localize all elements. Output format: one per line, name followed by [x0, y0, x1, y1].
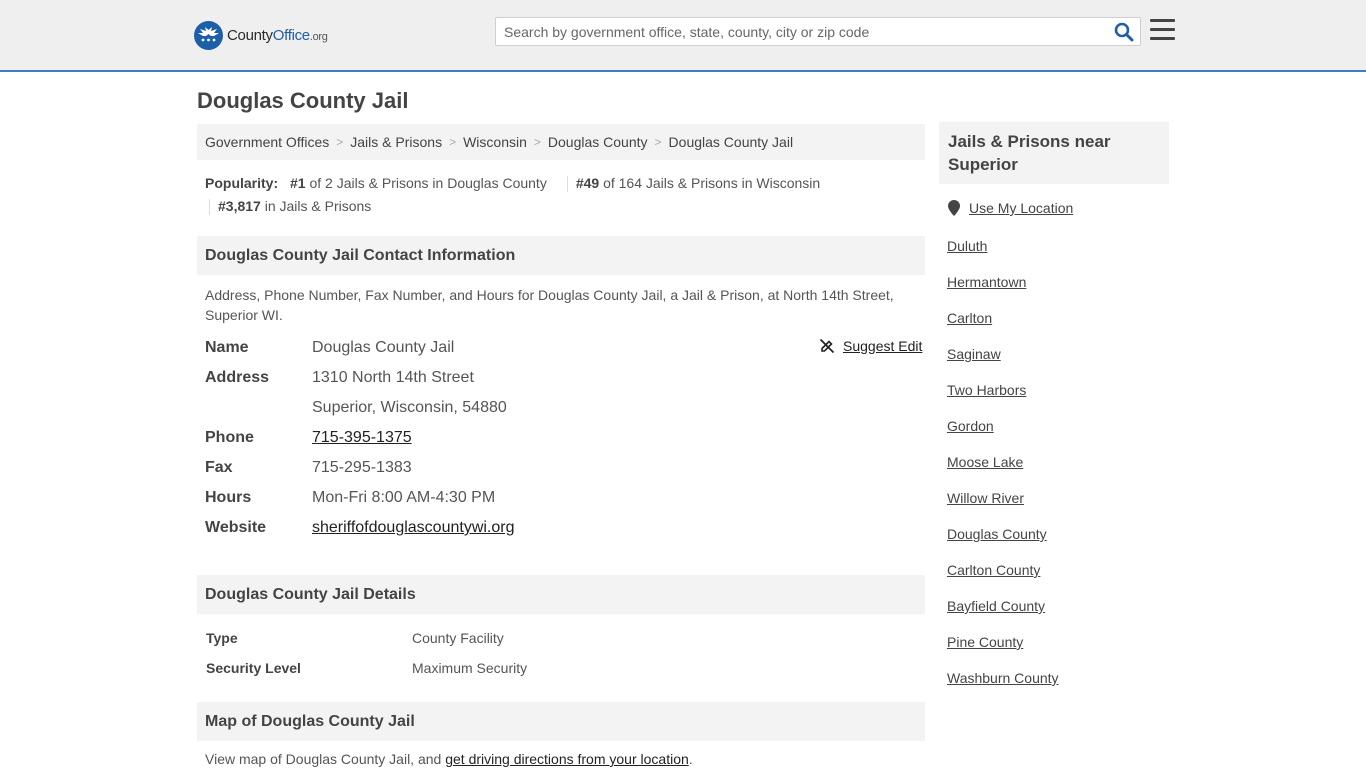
fax-label: Fax [205, 459, 233, 476]
hamburger-menu-icon[interactable] [1150, 19, 1175, 41]
hours-label: Hours [205, 489, 252, 506]
popularity-divider [209, 199, 210, 216]
info-row-address-2: Superior, Wisconsin, 54880 [205, 393, 507, 423]
driving-directions-link[interactable]: get driving directions from your locatio… [445, 751, 689, 767]
use-my-location: Use My Location [948, 200, 1073, 216]
map-section-heading: Map of Douglas County Jail [197, 702, 925, 741]
security-level-label: Security Level [206, 660, 301, 676]
breadcrumb-wisconsin[interactable]: Wisconsin [463, 134, 527, 150]
address-line1: 1310 North 14th Street [312, 369, 474, 386]
popularity-label: Popularity: [205, 175, 279, 191]
popularity-rankings: Popularity: #1 of 2 Jails & Prisons in D… [205, 172, 925, 218]
sidebar-link-willow-river[interactable]: Willow River [947, 490, 1024, 506]
search-icon[interactable] [1114, 22, 1134, 42]
sidebar-link-washburn-county[interactable]: Washburn County [947, 670, 1059, 686]
popularity-divider [566, 176, 568, 193]
sidebar-link-gordon[interactable]: Gordon [947, 418, 994, 434]
breadcrumb-separator: > [336, 135, 344, 149]
info-row-website: Website sheriffofdouglascountywi.org [205, 513, 515, 543]
site-logo[interactable]: CountyOffice.org [194, 20, 328, 50]
hours-value: Mon-Fri 8:00 AM-4:30 PM [312, 489, 496, 506]
map-pin-icon [948, 200, 960, 216]
contact-section-heading: Douglas County Jail Contact Information [197, 236, 925, 275]
page-title: Douglas County Jail [197, 88, 409, 113]
info-row-address: Address 1310 North 14th Street [205, 363, 474, 393]
fax-value: 715-295-1383 [312, 459, 412, 476]
detail-row-security: Security Level Maximum Security [206, 656, 527, 680]
sidebar-link-moose-lake[interactable]: Moose Lake [947, 454, 1023, 470]
sidebar-link-carlton-county[interactable]: Carlton County [947, 562, 1040, 578]
type-label: Type [206, 630, 238, 646]
name-value: Douglas County Jail [312, 339, 455, 356]
edit-off-icon [819, 338, 835, 354]
search-input[interactable] [496, 18, 1106, 45]
logo-wordmark: CountyOffice.org [227, 26, 328, 44]
use-my-location-link[interactable]: Use My Location [969, 200, 1073, 216]
sidebar-link-douglas-county[interactable]: Douglas County [947, 526, 1047, 542]
address-line2: Superior, Wisconsin, 54880 [312, 399, 507, 416]
breadcrumb-jails-prisons[interactable]: Jails & Prisons [350, 134, 442, 150]
breadcrumb-separator: > [533, 135, 541, 149]
phone-link[interactable]: 715-395-1375 [312, 429, 412, 446]
suggest-edit-link[interactable]: Suggest Edit [819, 338, 922, 354]
sidebar-heading: Jails & Prisons near Superior [939, 122, 1169, 184]
website-label: Website [205, 519, 267, 536]
map-description: View map of Douglas County Jail, and get… [205, 751, 693, 767]
type-value: County Facility [412, 630, 504, 646]
breadcrumb-government-offices[interactable]: Government Offices [205, 134, 329, 150]
breadcrumb-separator: > [654, 135, 662, 149]
breadcrumb-separator: > [449, 135, 457, 149]
sidebar-link-pine-county[interactable]: Pine County [947, 634, 1023, 650]
sidebar-link-bayfield-county[interactable]: Bayfield County [947, 598, 1045, 614]
site-header: CountyOffice.org [0, 0, 1366, 72]
security-level-value: Maximum Security [412, 660, 528, 676]
sidebar-link-carlton[interactable]: Carlton [947, 310, 992, 326]
eagle-seal-icon [194, 20, 223, 50]
info-row-phone: Phone 715-395-1375 [205, 423, 412, 453]
phone-label: Phone [205, 429, 254, 446]
popularity-rank-state: #49 of 164 Jails & Prisons in Wisconsin [575, 175, 821, 191]
sidebar-link-duluth[interactable]: Duluth [947, 238, 987, 254]
sidebar-link-two-harbors[interactable]: Two Harbors [947, 382, 1026, 398]
popularity-rank-national: #3,817 in Jails & Prisons [218, 198, 372, 214]
breadcrumb-douglas-county[interactable]: Douglas County [548, 134, 648, 150]
breadcrumb-douglas-county-jail[interactable]: Douglas County Jail [669, 134, 794, 150]
address-label: Address [205, 369, 270, 386]
info-row-fax: Fax 715-295-1383 [205, 453, 412, 483]
info-row-hours: Hours Mon-Fri 8:00 AM-4:30 PM [205, 483, 495, 513]
suggest-edit-label: Suggest Edit [843, 338, 923, 354]
sidebar-link-saginaw[interactable]: Saginaw [947, 346, 1001, 362]
details-section-heading: Douglas County Jail Details [197, 575, 925, 614]
info-row-name: Name Douglas County Jail [205, 333, 454, 363]
name-label: Name [205, 339, 249, 356]
popularity-rank-county: #1 of 2 Jails & Prisons in Douglas Count… [290, 175, 547, 191]
contact-description: Address, Phone Number, Fax Number, and H… [205, 287, 894, 323]
detail-row-type: Type County Facility [206, 626, 504, 650]
breadcrumb: Government Offices > Jails & Prisons > W… [197, 124, 925, 160]
sidebar-link-hermantown[interactable]: Hermantown [947, 274, 1026, 290]
search-bar [495, 17, 1141, 46]
website-link[interactable]: sheriffofdouglascountywi.org [312, 519, 515, 536]
